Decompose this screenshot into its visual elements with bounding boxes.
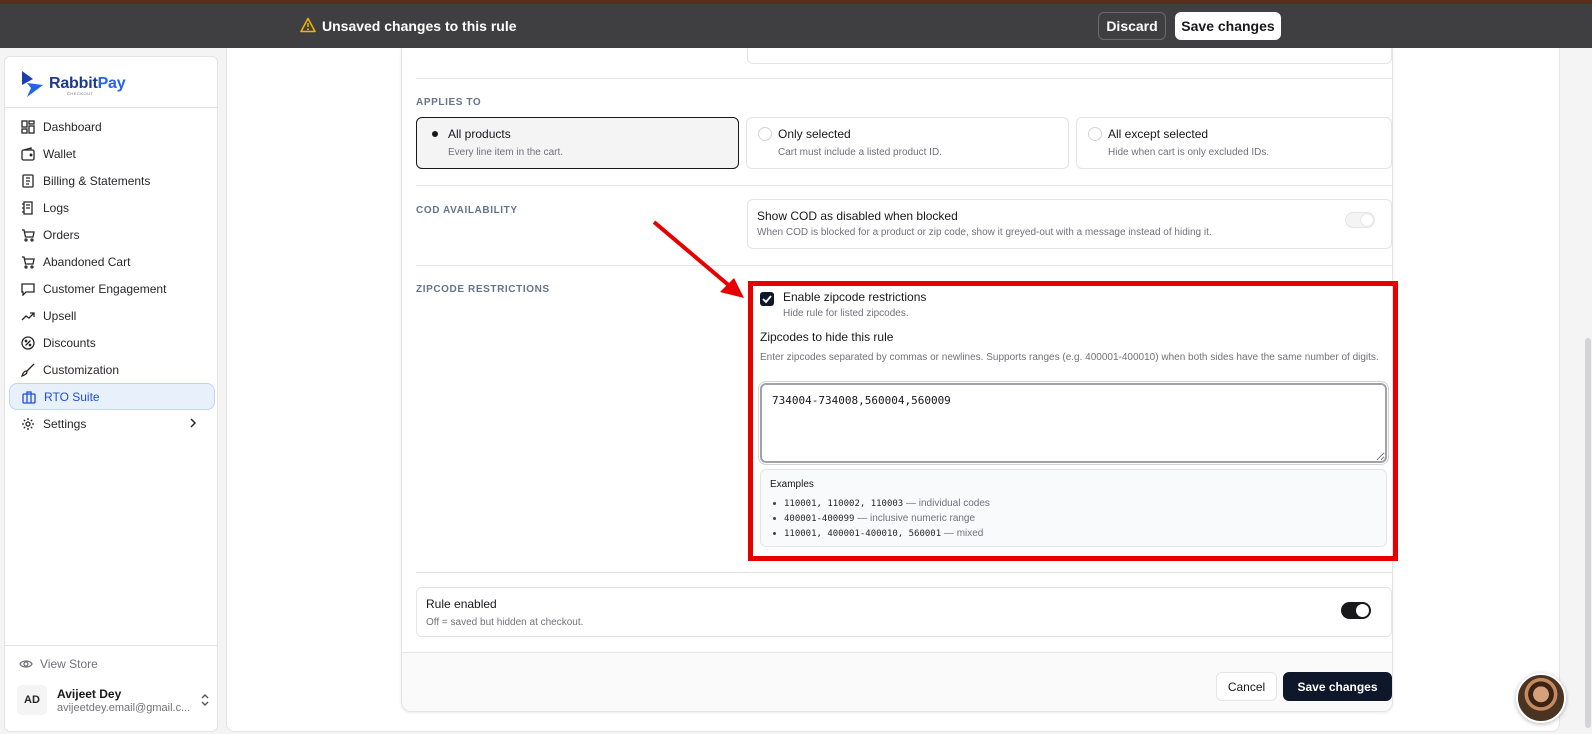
option-desc: Hide when cart is only excluded IDs. — [1108, 147, 1270, 158]
section-divider — [416, 78, 1392, 79]
sidebar-item-label: Orders — [43, 227, 80, 242]
unsaved-changes-bar: Unsaved changes to this rule Discard Sav… — [0, 4, 1592, 48]
avatar: AD — [17, 685, 47, 715]
cod-toggle[interactable] — [1345, 212, 1375, 228]
sidebar-nav: Dashboard Wallet Billing & Statements Lo… — [9, 113, 215, 437]
sidebar-item-wallet[interactable]: Wallet — [9, 140, 215, 167]
brand-sub: CHECKOUT — [67, 91, 94, 96]
user-name: Avijeet Dey — [57, 687, 122, 701]
user-email: avijeetdey.email@gmail.c... — [57, 702, 191, 714]
cod-availability-label: COD AVAILABILITY — [416, 205, 518, 216]
option-title: Only selected — [778, 127, 851, 141]
option-desc: Cart must include a listed product ID. — [778, 147, 942, 158]
brush-icon — [21, 363, 35, 377]
brand-name-part1: Rabbit — [49, 75, 98, 92]
sidebar-item-rto-suite[interactable]: RTO Suite — [9, 383, 215, 410]
option-title: All products — [448, 127, 511, 141]
sidebar-item-orders[interactable]: Orders — [9, 221, 215, 248]
page-scrollbar[interactable] — [1585, 338, 1591, 728]
sidebar-item-label: RTO Suite — [44, 389, 100, 404]
radio-indicator — [1088, 127, 1102, 141]
cart-icon — [22, 255, 35, 269]
option-desc: Every line item in the cart. — [448, 147, 564, 158]
sidebar-item-label: Customer Engagement — [43, 281, 167, 296]
logs-icon — [22, 200, 33, 215]
radio-indicator — [428, 127, 442, 141]
sidebar-item-label: Logs — [43, 200, 70, 215]
unsaved-message: Unsaved changes to this rule — [322, 18, 517, 34]
option-all-except-selected[interactable]: All except selected Hide when cart is on… — [1076, 117, 1392, 169]
wallet-icon — [21, 146, 35, 161]
view-store-link[interactable]: View Store — [19, 657, 98, 671]
message-icon — [21, 282, 35, 296]
applies-to-label: APPLIES TO — [416, 97, 482, 108]
sidebar-item-label: Billing & Statements — [43, 173, 151, 188]
cancel-button[interactable]: Cancel — [1216, 672, 1277, 701]
discount-icon — [21, 335, 35, 350]
discard-button[interactable]: Discard — [1098, 12, 1166, 40]
sidebar-divider — [5, 107, 217, 108]
sidebar-item-customization[interactable]: Customization — [9, 356, 215, 383]
rule-enabled-desc: Off = saved but hidden at checkout. — [426, 617, 584, 628]
annotation-arrow — [652, 220, 744, 298]
cod-title: Show COD as disabled when blocked — [757, 209, 958, 223]
sidebar-item-label: Discounts — [43, 335, 96, 350]
sidebar-item-logs[interactable]: Logs — [9, 194, 215, 221]
sidebar-item-abandoned-cart[interactable]: Abandoned Cart — [9, 248, 215, 275]
sidebar-item-discounts[interactable]: Discounts — [9, 329, 215, 356]
sidebar-item-label: Abandoned Cart — [43, 254, 131, 269]
dashboard-icon — [21, 119, 35, 134]
sidebar-item-label: Dashboard — [43, 119, 102, 134]
trending-up-icon — [21, 311, 35, 320]
sidebar: RabbitPay CHECKOUT Dashboard Wallet Bill… — [4, 56, 218, 732]
receipt-icon — [22, 173, 34, 188]
briefcase-icon — [22, 390, 36, 404]
sidebar-item-label: Upsell — [43, 308, 77, 323]
option-title: All except selected — [1108, 127, 1209, 141]
sidebar-item-label: Customization — [43, 362, 120, 377]
gear-icon — [22, 417, 34, 430]
rabbitpay-logo-icon — [22, 71, 43, 97]
annotation-highlight-box — [748, 281, 1398, 561]
option-only-selected[interactable]: Only selected Cart must include a listed… — [746, 117, 1069, 169]
section-divider — [416, 572, 1392, 573]
option-all-products[interactable]: All products Every line item in the cart… — [416, 117, 739, 169]
sidebar-item-upsell[interactable]: Upsell — [9, 302, 215, 329]
sidebar-item-settings[interactable]: Settings — [9, 410, 215, 437]
save-changes-top-button[interactable]: Save changes — [1175, 12, 1281, 40]
rule-enabled-toggle[interactable] — [1341, 602, 1371, 619]
sidebar-divider — [5, 645, 217, 646]
cart-icon — [22, 228, 35, 242]
chevron-right-icon — [190, 418, 197, 428]
user-menu[interactable]: AD Avijeet Dey avijeetdey.email@gmail.c.… — [17, 683, 211, 719]
sidebar-item-customer-engagement[interactable]: Customer Engagement — [9, 275, 215, 302]
save-changes-button[interactable]: Save changes — [1283, 672, 1392, 701]
sidebar-item-label: Wallet — [43, 146, 76, 161]
section-divider — [416, 265, 1392, 266]
section-divider — [416, 185, 1392, 186]
rule-enabled-title: Rule enabled — [426, 597, 497, 611]
previous-section-box — [747, 48, 1392, 64]
cod-desc: When COD is blocked for a product or zip… — [757, 227, 1212, 238]
radio-indicator — [758, 127, 772, 141]
sidebar-item-billing[interactable]: Billing & Statements — [9, 167, 215, 194]
chat-support-avatar[interactable] — [1516, 673, 1566, 723]
view-store-label: View Store — [40, 657, 98, 671]
rule-enabled-setting: Rule enabled Off = saved but hidden at c… — [416, 587, 1392, 637]
warning-icon — [300, 17, 316, 33]
chevron-up-down-icon — [201, 694, 209, 706]
sidebar-item-dashboard[interactable]: Dashboard — [9, 113, 215, 140]
zipcode-restrictions-label: ZIPCODE RESTRICTIONS — [416, 284, 550, 295]
sidebar-item-label: Settings — [43, 416, 87, 431]
brand-name-part2: Pay — [97, 75, 126, 92]
eye-icon — [19, 660, 33, 668]
cod-setting: Show COD as disabled when blocked When C… — [747, 199, 1392, 249]
